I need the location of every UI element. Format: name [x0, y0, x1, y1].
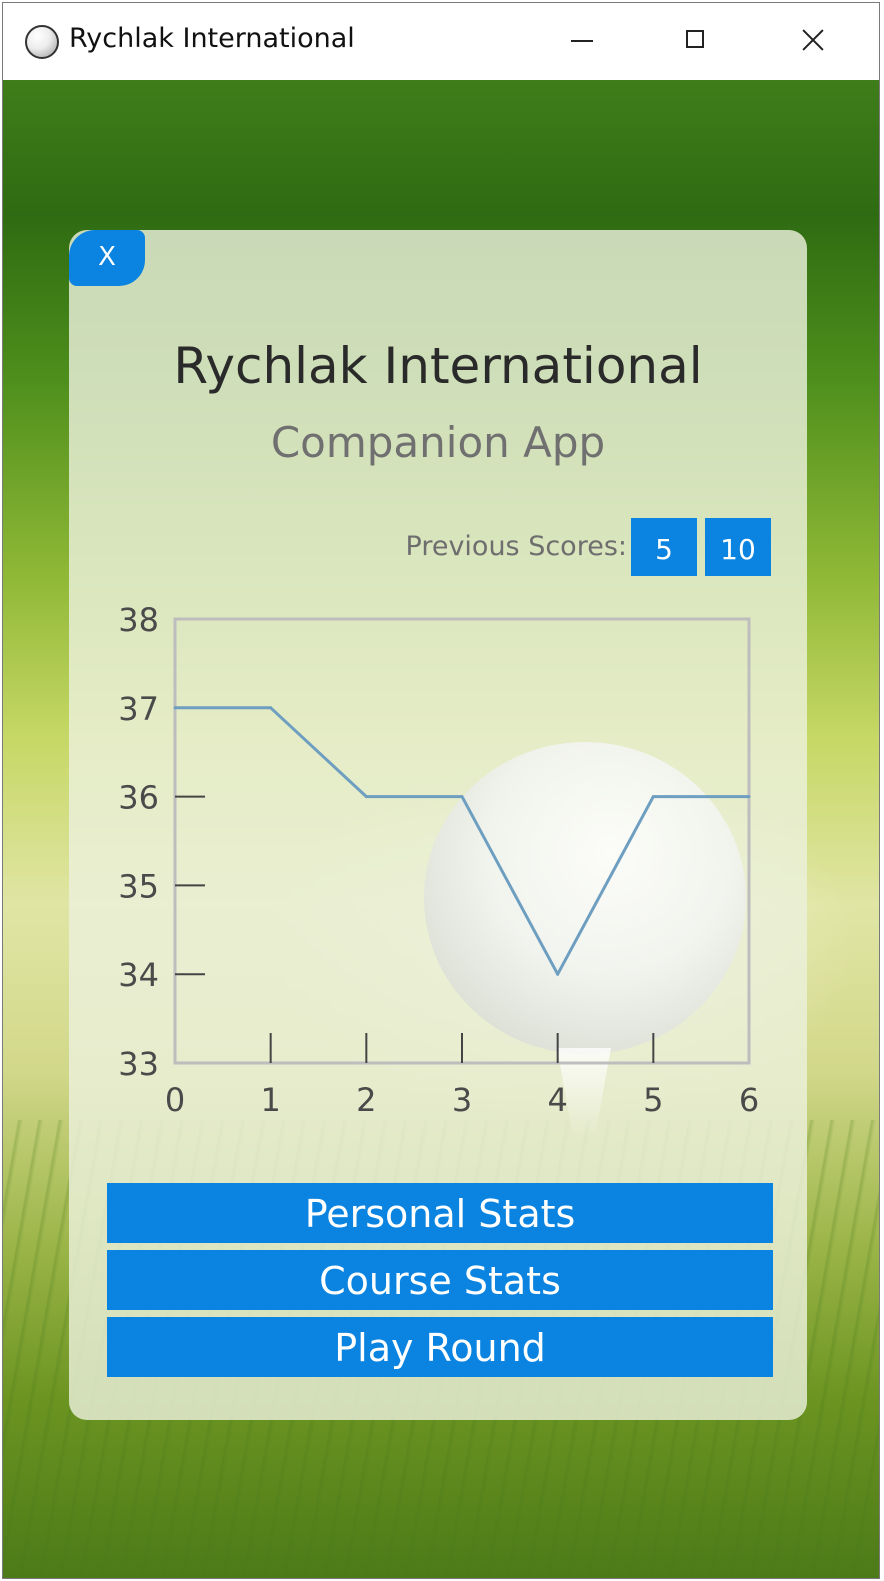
data-point [556, 972, 560, 976]
y-tick-label: 38 [118, 603, 159, 639]
y-tick-label: 33 [118, 1045, 159, 1083]
play-round-button[interactable]: Play Round [107, 1317, 773, 1377]
app-title: Rychlak International [173, 337, 703, 395]
y-tick-label: 36 [118, 779, 159, 817]
close-panel-button[interactable]: X [69, 230, 145, 286]
data-point [364, 795, 368, 799]
app-window: Rychlak International X Rychlak Internat… [2, 2, 880, 1579]
x-tick-label: 3 [452, 1081, 472, 1119]
previous-scores-10-button[interactable]: 10 [705, 518, 771, 576]
close-panel-label: X [98, 242, 116, 272]
x-tick-label: 1 [260, 1081, 280, 1119]
x-tick-label: 2 [356, 1081, 376, 1119]
app-subtitle: Companion App [270, 418, 606, 467]
x-tick-label: 0 [165, 1081, 185, 1119]
minimize-icon[interactable] [553, 21, 613, 61]
data-point [173, 706, 177, 710]
y-tick-label: 34 [118, 956, 159, 994]
close-icon[interactable] [783, 21, 843, 61]
y-tick-label: 37 [118, 690, 159, 728]
x-tick-label: 6 [739, 1081, 759, 1119]
x-tick-label: 5 [643, 1081, 663, 1119]
personal-stats-button[interactable]: Personal Stats [107, 1183, 773, 1243]
x-tick-label: 4 [547, 1081, 567, 1119]
previous-scores-5-button[interactable]: 5 [631, 518, 697, 576]
plot-frame [173, 617, 751, 1065]
data-point [460, 795, 464, 799]
score-line-chart: 3334353637380 1 2 3 4 5 6 [118, 603, 759, 1119]
data-point [269, 706, 273, 710]
data-point [651, 795, 655, 799]
maximize-icon[interactable] [667, 21, 727, 61]
window-title: Rychlak International [69, 23, 355, 54]
previous-scores-label: Previous Scores: [405, 531, 627, 562]
data-point [747, 795, 751, 799]
title-bar[interactable]: Rychlak International [3, 3, 879, 80]
y-tick-label: 35 [118, 867, 159, 905]
series-line [175, 706, 749, 976]
course-stats-button[interactable]: Course Stats [107, 1250, 773, 1310]
golf-ball-icon [25, 25, 59, 59]
